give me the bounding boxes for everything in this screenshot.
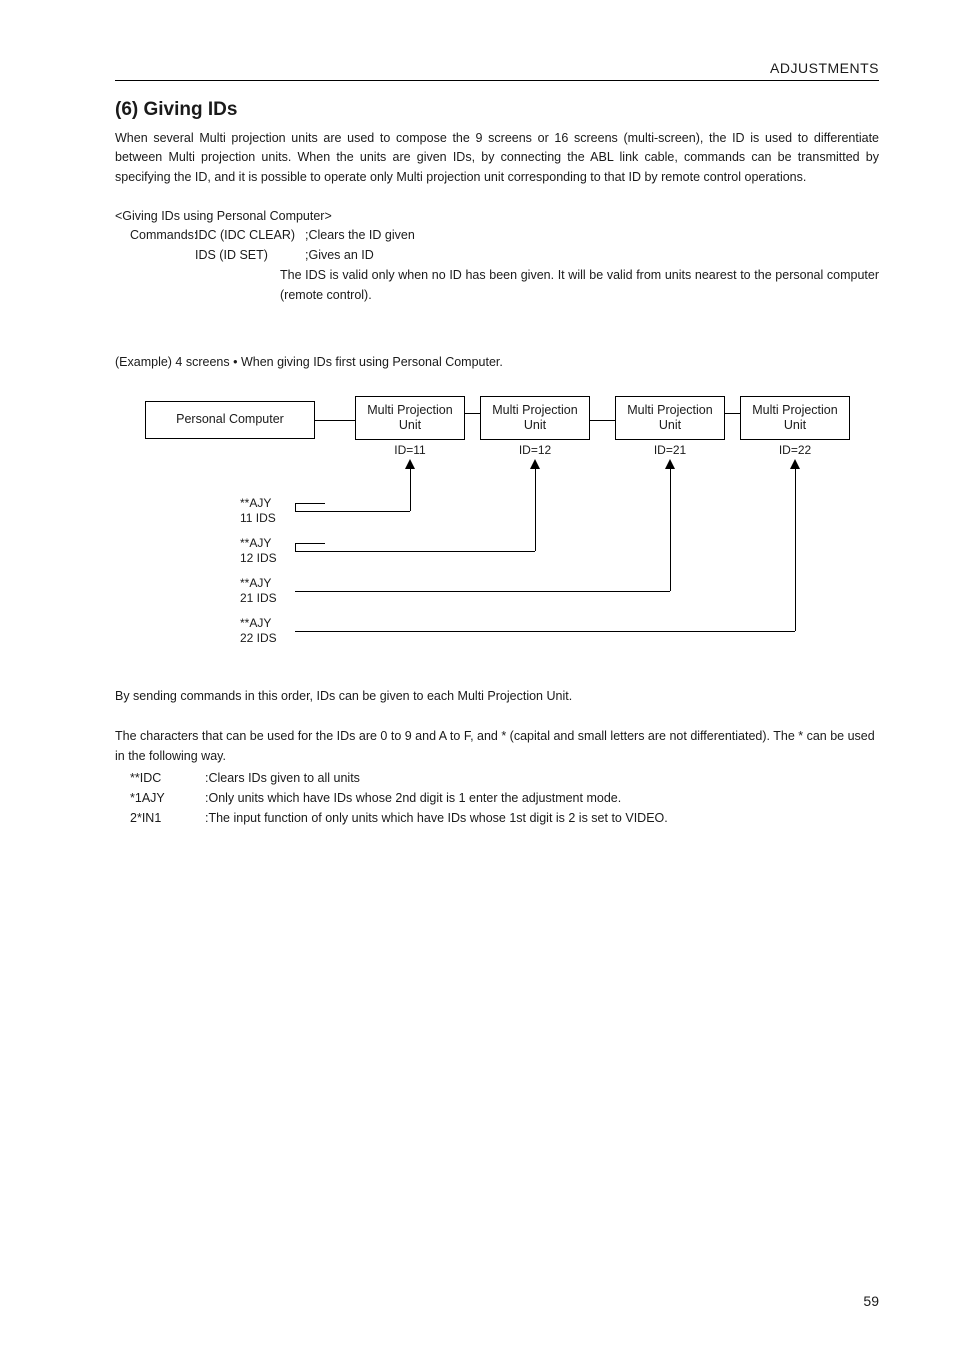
id-label-1: ID=11 xyxy=(355,443,465,457)
definition-row: **IDC :Clears IDs given to all units xyxy=(115,768,879,788)
ids-desc: ;Gives an ID xyxy=(305,245,374,265)
unit-box-4: Multi Projection Unit xyxy=(740,396,850,440)
def-desc: :Only units which have IDs whose 2nd dig… xyxy=(205,788,621,808)
section-title: (6) Giving IDs xyxy=(115,99,879,121)
closing-paragraph-2: The characters that can be used for the … xyxy=(115,726,879,766)
def-term: *1AJY xyxy=(130,788,205,808)
unit-box-3: Multi Projection Unit xyxy=(615,396,725,440)
page-number: 59 xyxy=(863,1293,879,1309)
unit-box-1: Multi Projection Unit xyxy=(355,396,465,440)
arrow-icon xyxy=(405,459,415,469)
arrow-icon xyxy=(790,459,800,469)
def-term: 2*IN1 xyxy=(130,808,205,828)
cmd-label-row-4: **AJY22 IDS xyxy=(240,616,295,646)
id-diagram: Personal Computer Multi Projection Unit … xyxy=(145,391,895,651)
id-label-2: ID=12 xyxy=(480,443,590,457)
example-line: (Example) 4 screens • When giving IDs fi… xyxy=(115,355,879,369)
ids-command: IDS (ID SET) xyxy=(195,245,305,265)
id-label-3: ID=21 xyxy=(615,443,725,457)
cmd-label-row-1: **AJY11 IDS xyxy=(240,496,295,526)
closing-paragraph-1: By sending commands in this order, IDs c… xyxy=(115,686,879,706)
running-head: ADJUSTMENTS xyxy=(115,60,879,81)
giving-ids-head: <Giving IDs using Personal Computer> xyxy=(115,209,879,223)
cmd-label-row-3: **AJY21 IDS xyxy=(240,576,295,606)
unit-box-2: Multi Projection Unit xyxy=(480,396,590,440)
cmd-label-row-2: **AJY12 IDS xyxy=(240,536,295,566)
idc-command: IDC (IDC CLEAR) xyxy=(195,225,305,245)
ids-note: The IDS is valid only when no ID has bee… xyxy=(280,265,879,305)
id-label-4: ID=22 xyxy=(740,443,850,457)
pc-box: Personal Computer xyxy=(145,401,315,439)
commands-label: Commands: xyxy=(130,225,195,245)
definition-row: 2*IN1 :The input function of only units … xyxy=(115,808,879,828)
definition-row: *1AJY :Only units which have IDs whose 2… xyxy=(115,788,879,808)
commands-block: Commands: IDC (IDC CLEAR) ;Clears the ID… xyxy=(115,225,879,305)
def-desc: :The input function of only units which … xyxy=(205,808,668,828)
arrow-icon xyxy=(665,459,675,469)
intro-paragraph: When several Multi projection units are … xyxy=(115,129,879,187)
def-term: **IDC xyxy=(130,768,205,788)
idc-desc: ;Clears the ID given xyxy=(305,225,415,245)
def-desc: :Clears IDs given to all units xyxy=(205,768,360,788)
arrow-icon xyxy=(530,459,540,469)
